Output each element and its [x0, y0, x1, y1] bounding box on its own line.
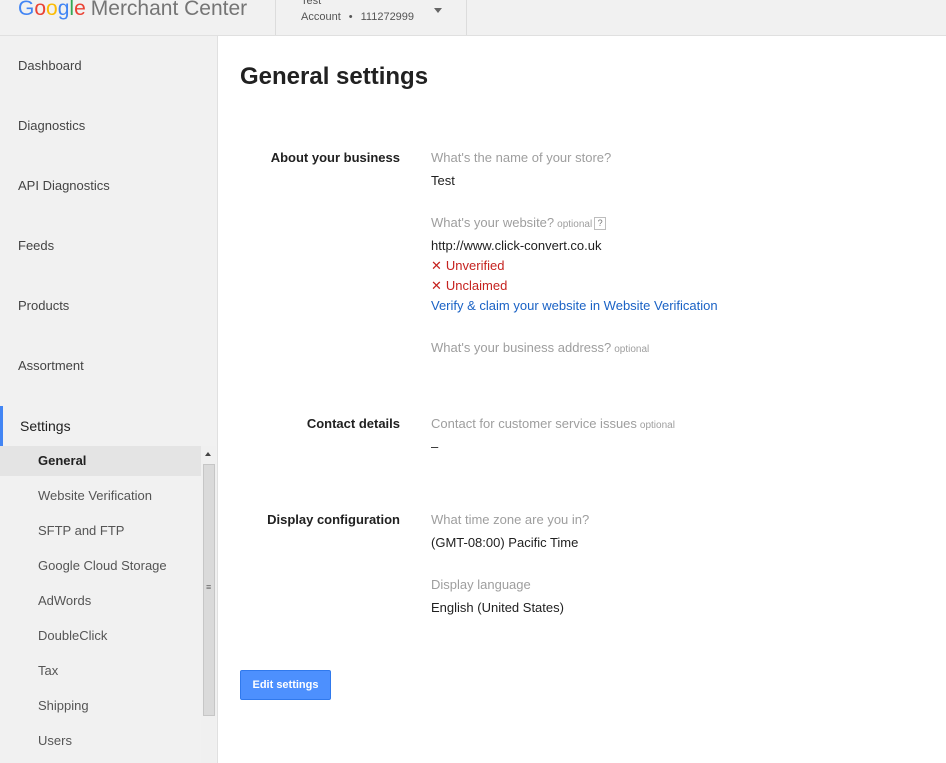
store-name-value: Test: [431, 173, 455, 188]
close-icon: ✕: [431, 258, 442, 273]
contact-label-text: Contact for customer service issues: [431, 416, 637, 431]
subnav-item-google-cloud-storage[interactable]: Google Cloud Storage: [0, 551, 201, 581]
sidebar-item-dashboard[interactable]: Dashboard: [0, 52, 217, 80]
help-icon[interactable]: ?: [594, 217, 607, 230]
edit-settings-button[interactable]: Edit settings: [240, 670, 331, 700]
page-title: General settings: [240, 63, 429, 90]
sidebar-item-assortment[interactable]: Assortment: [0, 352, 217, 380]
sidebar-item-diagnostics[interactable]: Diagnostics: [0, 112, 217, 140]
status-unclaimed-text: Unclaimed: [445, 278, 508, 293]
subnav-item-label: AdWords: [38, 593, 92, 608]
verify-claim-link[interactable]: Verify & claim your website in Website V…: [431, 298, 718, 313]
address-label: What's your business address? optional: [431, 340, 649, 355]
subnav-item-label: Tax: [38, 663, 59, 678]
subnav-item-label: DoubleClick: [38, 628, 108, 643]
subnav-item-shipping[interactable]: Shipping: [0, 691, 201, 721]
subnav-item-general[interactable]: General: [0, 446, 201, 476]
grip-icon: ≡: [206, 582, 212, 592]
address-label-text: What's your business address?: [431, 340, 612, 355]
section-heading-contact: Contact details: [306, 416, 400, 431]
subnav-item-doubleclick[interactable]: DoubleClick: [0, 621, 201, 651]
store-name-label: What's the name of your store?: [431, 150, 612, 165]
website-value: http://www.click-convert.co.uk: [431, 238, 602, 253]
subnav-item-website-verification[interactable]: Website Verification: [0, 481, 201, 511]
subnav-item-label: Website Verification: [38, 488, 152, 503]
sidebar-scrollbar[interactable]: ≡: [201, 446, 216, 763]
account-id: 111272999: [360, 11, 415, 23]
subnav-item-label: Google Cloud Storage: [38, 558, 167, 573]
optional-tag: optional: [557, 219, 593, 230]
scrollbar-thumb[interactable]: ≡: [203, 464, 215, 716]
sidebar-item-label: Products: [18, 298, 70, 313]
account-info: Account • 111272999: [301, 11, 415, 23]
contact-value: –: [431, 439, 439, 454]
timezone-value: (GMT-08:00) Pacific Time: [431, 535, 579, 550]
optional-tag: optional: [614, 344, 650, 355]
subnav-item-sftp-ftp[interactable]: SFTP and FTP: [0, 516, 201, 546]
status-unverified: ✕ Unverified: [431, 258, 504, 274]
language-label: Display language: [431, 577, 531, 592]
subnav-item-label: Users: [38, 733, 72, 748]
optional-tag: optional: [639, 420, 675, 431]
sidebar: Dashboard Diagnostics API Diagnostics Fe…: [0, 36, 218, 763]
language-value: English (United States): [431, 600, 564, 615]
merchant-center-logo[interactable]: Google Merchant Center: [18, 0, 247, 24]
section-heading-display: Display configuration: [267, 512, 400, 527]
product-name: Merchant Center: [90, 0, 248, 20]
account-name: Test: [301, 0, 322, 7]
account-switcher[interactable]: Test Account • 111272999: [276, 0, 466, 35]
sidebar-item-settings[interactable]: Settings: [0, 412, 217, 440]
scroll-up-arrow-icon[interactable]: [205, 452, 211, 456]
subnav-item-tax[interactable]: Tax: [0, 656, 201, 686]
google-logo: Google: [18, 0, 86, 20]
header-divider: [466, 0, 467, 35]
chevron-down-icon[interactable]: [434, 8, 442, 13]
sidebar-item-label: API Diagnostics: [18, 178, 110, 193]
website-label: What's your website? optional?: [431, 215, 607, 230]
subnav-item-label: General: [38, 453, 87, 468]
top-bar: Google Merchant Center Test Account • 11127…: [0, 0, 946, 36]
sidebar-item-api-diagnostics[interactable]: API Diagnostics: [0, 172, 217, 200]
sidebar-item-label: Assortment: [18, 358, 84, 373]
website-label-text: What's your website?: [431, 215, 555, 230]
sidebar-item-products[interactable]: Products: [0, 292, 217, 320]
timezone-label: What time zone are you in?: [431, 512, 590, 527]
account-label: Account: [301, 11, 341, 23]
sidebar-item-label: Feeds: [18, 238, 55, 253]
status-unclaimed: ✕ Unclaimed: [431, 278, 507, 294]
close-icon: ✕: [431, 278, 442, 293]
status-unverified-text: Unverified: [445, 258, 505, 273]
sidebar-item-feeds[interactable]: Feeds: [0, 232, 217, 260]
subnav-item-adwords[interactable]: AdWords: [0, 586, 201, 616]
subnav-item-label: Shipping: [38, 698, 89, 713]
sidebar-item-label: Diagnostics: [18, 118, 86, 133]
sidebar-item-label: Settings: [20, 418, 71, 434]
subnav-item-users[interactable]: Users: [0, 726, 201, 756]
section-heading-about: About your business: [270, 150, 400, 165]
contact-label: Contact for customer service issues optio…: [431, 416, 675, 431]
sidebar-item-label: Dashboard: [18, 58, 82, 73]
subnav-item-label: SFTP and FTP: [38, 523, 125, 538]
